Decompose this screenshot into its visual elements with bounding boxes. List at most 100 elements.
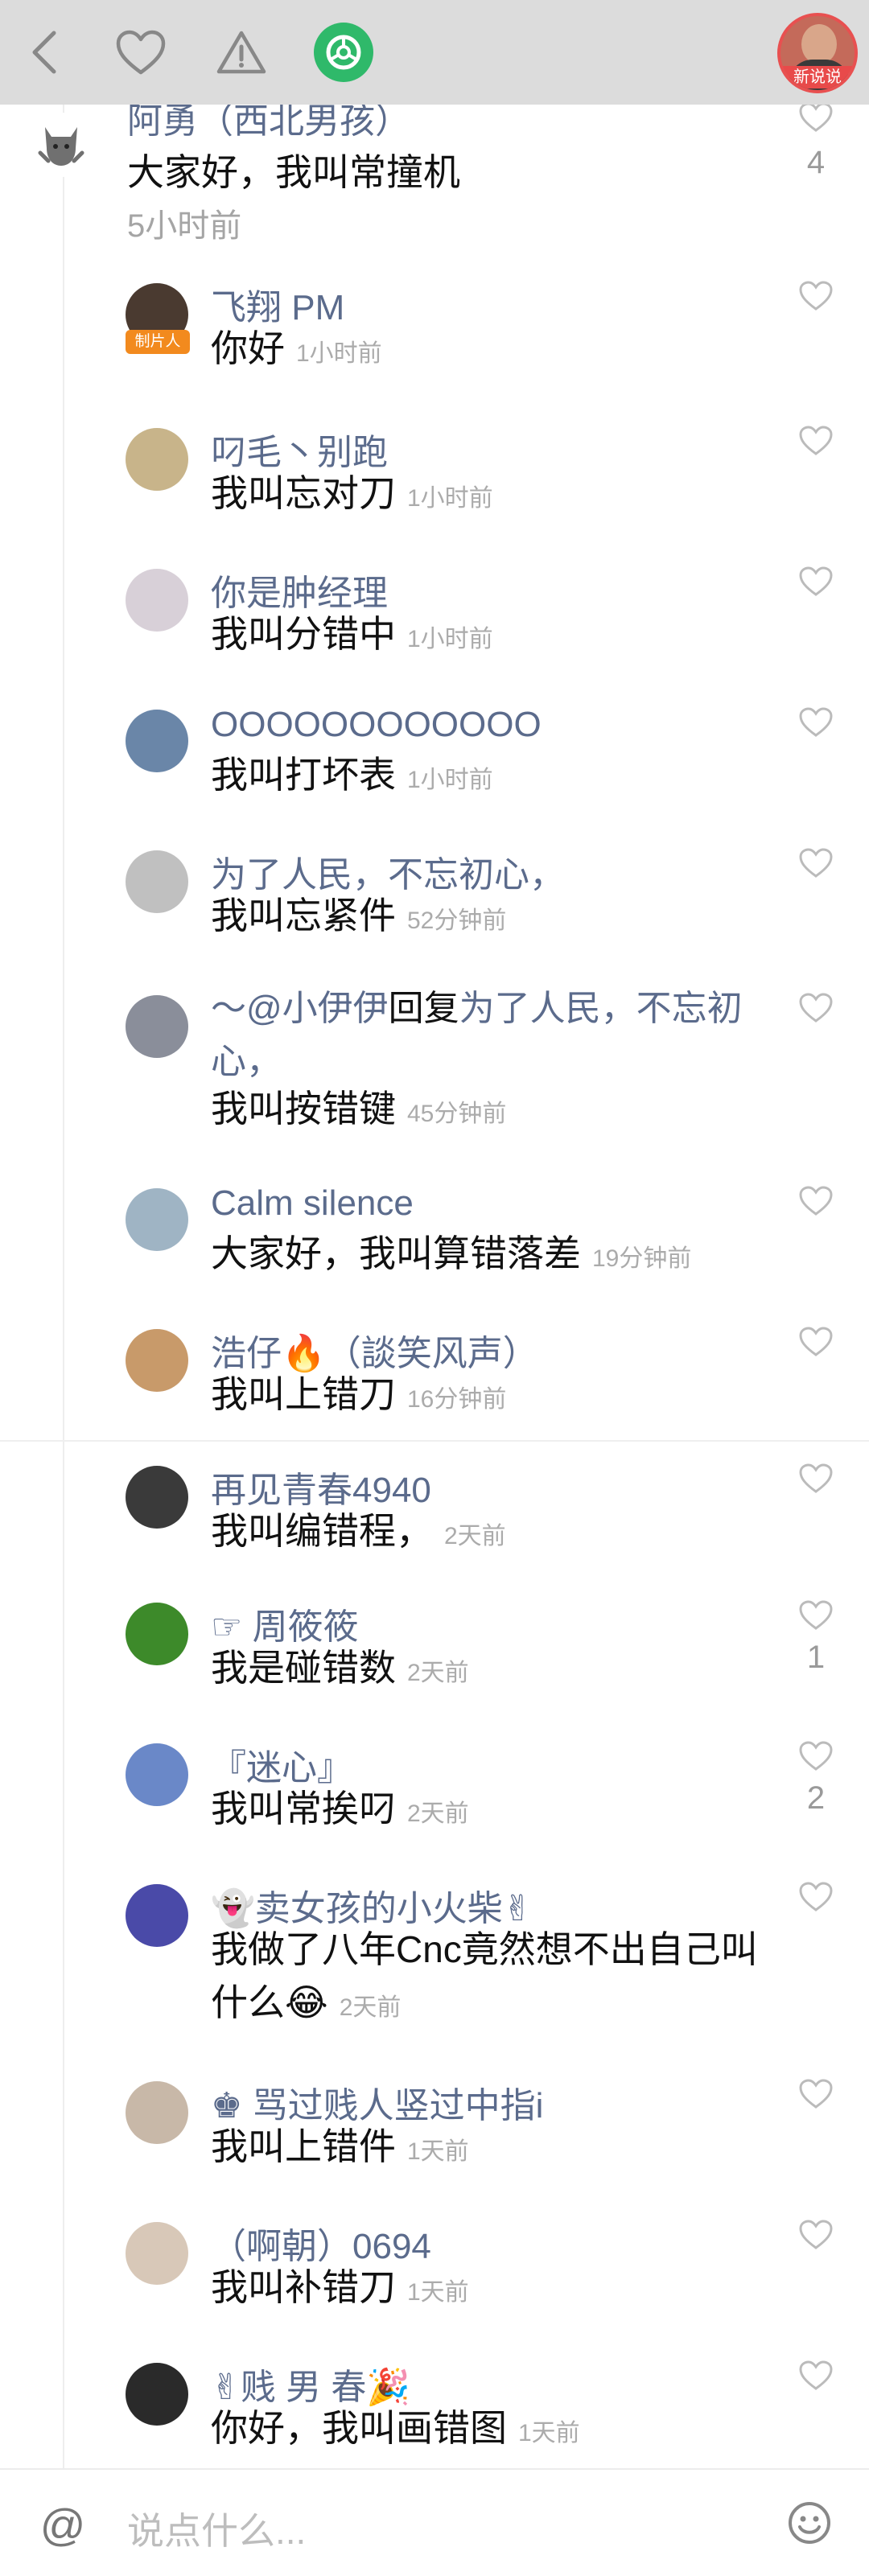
avatar[interactable] xyxy=(126,1743,188,1806)
reply-body: 我叫上错刀 16分钟前 xyxy=(211,1368,774,1426)
warning-icon[interactable] xyxy=(205,16,278,88)
back-icon[interactable] xyxy=(8,16,80,88)
avatar[interactable] xyxy=(126,2222,188,2285)
reply-time: 2天前 xyxy=(444,1523,506,1549)
reply-body: 我叫补错刀 1天前 xyxy=(211,2261,774,2319)
reply-time: 1小时前 xyxy=(407,626,493,652)
reply-body: 我是碰错数 2天前 xyxy=(211,1641,774,1700)
reply-item[interactable]: 『迷心』 我叫常挨叼 2天前 2 xyxy=(0,1734,869,1854)
reply-time: 1天前 xyxy=(518,2420,580,2446)
reply-body: 我叫忘紧件 52分钟前 xyxy=(211,889,774,948)
like-icon[interactable] xyxy=(798,1463,834,1495)
like-icon[interactable] xyxy=(798,1881,834,1913)
root-comment[interactable]: 阿勇（西北男孩） 大家好，我叫常撞机 5小时前 4 xyxy=(0,101,869,265)
comment-time: 5小时前 xyxy=(127,208,242,244)
avatar-badge: 新说说 xyxy=(780,66,855,88)
like-icon[interactable] xyxy=(798,2219,834,2251)
like-icon[interactable] xyxy=(798,1326,834,1358)
reply-item[interactable]: ～@小伊伊回复为了人民，不忘初心， 我叫按错键 45分钟前 xyxy=(0,986,869,1130)
reply-text: 我叫上错件 xyxy=(211,2125,396,2167)
reply-item[interactable]: （啊朝）0694 我叫补错刀 1天前 xyxy=(0,2212,869,2333)
like-icon[interactable] xyxy=(798,1185,834,1217)
reply-body: 我叫常挨叼 2天前 xyxy=(211,1782,774,1841)
reply-item[interactable]: ♚ 骂过贱人竖过中指i 我叫上错件 1天前 xyxy=(0,2072,869,2192)
avatar[interactable] xyxy=(126,1466,188,1529)
reply-time: 1天前 xyxy=(407,2279,469,2306)
like-count: 1 xyxy=(806,1640,826,1675)
reply-text: 我叫常挨叼 xyxy=(211,1788,396,1829)
reply-item[interactable]: 制片人 飞翔 PM 你好 1小时前 xyxy=(0,274,869,394)
avatar[interactable] xyxy=(126,2363,188,2426)
reply-item[interactable]: 为了人民，不忘初心， 我叫忘紧件 52分钟前 xyxy=(0,841,869,961)
like-icon[interactable] xyxy=(798,706,834,739)
reply-text: 我叫忘对刀 xyxy=(211,472,396,514)
reply-author[interactable]: OOOOOOOOOOOO xyxy=(211,705,542,745)
avatar[interactable] xyxy=(126,995,188,1058)
reply-item[interactable]: 再见青春4940 我叫编错程， 2天前 xyxy=(0,1456,869,1577)
like-icon[interactable] xyxy=(798,425,834,457)
reply-body: 我叫上错件 1天前 xyxy=(211,2120,774,2179)
reply-text: 我叫编错程， xyxy=(211,1510,433,1552)
reply-text: 我叫分错中 xyxy=(211,613,396,655)
like-icon[interactable] xyxy=(798,847,834,879)
reply-time: 1天前 xyxy=(407,2138,469,2165)
reply-text: 你好 xyxy=(211,327,285,369)
like-icon[interactable] xyxy=(798,2360,834,2392)
role-badge: 制片人 xyxy=(126,330,190,354)
reply-body: 我叫打坏表 1小时前 xyxy=(211,748,774,807)
reply-item[interactable]: 你是肿经理 我叫分错中 1小时前 xyxy=(0,559,869,680)
avatar[interactable] xyxy=(126,710,188,772)
like-icon[interactable] xyxy=(798,2078,834,2110)
emoji-icon[interactable] xyxy=(787,2500,832,2545)
like-count: 2 xyxy=(806,1780,826,1816)
reply-author[interactable]: Calm silence xyxy=(211,1183,414,1224)
avatar[interactable] xyxy=(29,113,93,177)
reply-item[interactable]: 叼毛丶别跑 我叫忘对刀 1小时前 xyxy=(0,418,869,539)
reply-item[interactable]: Calm silence 大家好，我叫算错落差 19分钟前 xyxy=(0,1179,869,1299)
like-icon[interactable] xyxy=(798,992,834,1024)
like-icon[interactable] xyxy=(798,1599,834,1632)
reply-time: 2天前 xyxy=(339,1994,402,2021)
like-icon[interactable] xyxy=(798,566,834,598)
reply-time: 1小时前 xyxy=(407,767,493,793)
avatar[interactable] xyxy=(126,1884,188,1947)
avatar[interactable] xyxy=(126,1329,188,1392)
reply-body: 我叫按错键 45分钟前 xyxy=(211,1082,774,1141)
avatar[interactable] xyxy=(126,2081,188,2144)
like-icon[interactable] xyxy=(798,1740,834,1772)
like-icon[interactable] xyxy=(798,101,834,134)
heart-icon[interactable] xyxy=(105,16,177,88)
reply-body: 我叫编错程， 2天前 xyxy=(211,1504,774,1563)
avatar[interactable] xyxy=(126,569,188,632)
reply-body: 我叫分错中 1小时前 xyxy=(211,607,774,666)
avatar[interactable] xyxy=(126,428,188,491)
comment-input-bar: @ 说点什么... xyxy=(0,2468,869,2576)
reply-author[interactable]: ～@小伊伊回复为了人民，不忘初心， xyxy=(211,982,774,1088)
reply-time: 52分钟前 xyxy=(407,907,507,934)
reply-item[interactable]: OOOOOOOOOOOO 我叫打坏表 1小时前 xyxy=(0,700,869,821)
reply-item[interactable]: ✌贱 男 春🎉 你好，我叫画错图 1天前 xyxy=(0,2353,869,2474)
reply-text: 我叫补错刀 xyxy=(211,2266,396,2308)
reply-body: 我叫忘对刀 1小时前 xyxy=(211,467,774,525)
author-avatar[interactable]: 新说说 xyxy=(777,13,858,93)
comment-text: 大家好，我叫常撞机 xyxy=(127,151,460,193)
like-icon[interactable] xyxy=(798,280,834,312)
reply-text: 大家好，我叫算错落差 xyxy=(211,1232,581,1274)
reply-time: 2天前 xyxy=(407,1660,469,1686)
reply-author-name[interactable]: ～@小伊伊 xyxy=(211,989,389,1028)
reply-time: 16分钟前 xyxy=(407,1386,507,1413)
reply-item[interactable]: 👻卖女孩的小火柴✌ 我做了八年Cnc竟然想不出自己叫什么😂 2天前 xyxy=(0,1874,869,2023)
like-count: 4 xyxy=(806,145,826,180)
comment-input[interactable]: 说点什么... xyxy=(127,2502,306,2555)
avatar[interactable] xyxy=(126,850,188,913)
avatar[interactable] xyxy=(126,1603,188,1665)
at-icon[interactable]: @ xyxy=(39,2499,87,2551)
avatar[interactable] xyxy=(126,1188,188,1251)
reply-text: 我是碰错数 xyxy=(211,1647,396,1689)
share-icon[interactable] xyxy=(307,16,380,88)
reply-body: 我做了八年Cnc竟然想不出自己叫什么😂 2天前 xyxy=(211,1923,774,2035)
reply-text: 我叫上错刀 xyxy=(211,1373,396,1415)
share-circle xyxy=(314,23,373,82)
reply-item[interactable]: 浩仔🔥（談笑风声） 我叫上错刀 16分钟前 xyxy=(0,1319,869,1440)
reply-item[interactable]: ☞ 周筱筱 我是碰错数 2天前 1 xyxy=(0,1593,869,1714)
